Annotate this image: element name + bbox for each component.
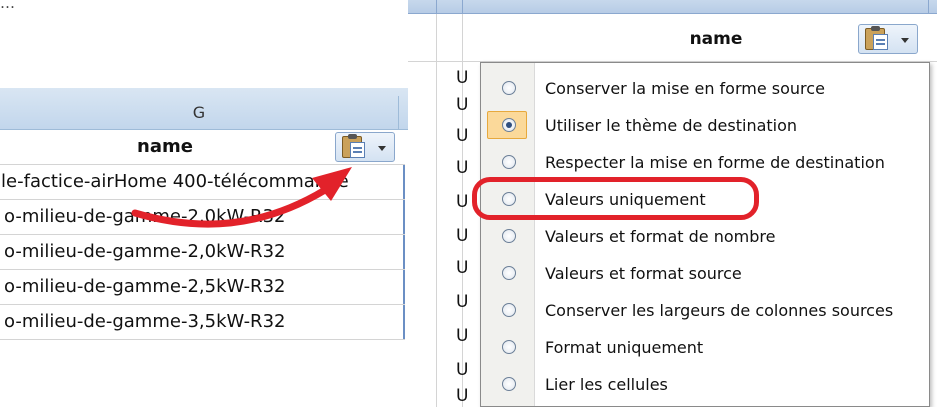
caption-fragment: …: [0, 0, 400, 14]
menu-item-label: Format uniquement: [545, 338, 704, 357]
radio-icon: [502, 377, 516, 391]
header-cell[interactable]: name: [0, 130, 405, 165]
menu-item-lier-cellules[interactable]: Lier les cellules: [481, 366, 929, 403]
radio-icon: [502, 229, 516, 243]
column-separator: [928, 0, 929, 14]
menu-item-valeurs-format-nombre[interactable]: Valeurs et format de nombre: [481, 218, 929, 255]
radio-icon: [502, 81, 516, 95]
caret-down-icon: [901, 38, 909, 43]
menu-item-label: Valeurs et format de nombre: [545, 227, 776, 246]
table-row[interactable]: o-milieu-de-gamme-2,5kW-R32: [0, 270, 405, 305]
menu-item-conserver-largeurs-colonnes[interactable]: Conserver les largeurs de colonnes sourc…: [481, 292, 929, 329]
gridline: [436, 14, 437, 407]
radio-icon: [502, 340, 516, 354]
radio-icon: [502, 266, 516, 280]
paste-options-button[interactable]: [335, 132, 395, 162]
menu-item-label: Lier les cellules: [545, 375, 668, 394]
table-row[interactable]: o-milieu-de-gamme-2,0kW-R32: [0, 235, 405, 270]
cell-value: o-milieu-de-gamme-2,0kW-R32: [4, 241, 286, 262]
column-separator: [462, 0, 463, 14]
menu-item-format-uniquement[interactable]: Format uniquement: [481, 329, 929, 366]
menu-item-label: Valeurs et format source: [545, 264, 742, 283]
menu-item-label: Respecter la mise en forme de destinatio…: [545, 153, 885, 172]
cell-value: o-milieu-de-gamme-2,5kW-R32: [4, 276, 286, 297]
menu-item-label: Conserver les largeurs de colonnes sourc…: [545, 301, 894, 320]
highlight-ring: [472, 177, 759, 220]
menu-item-valeurs-format-source[interactable]: Valeurs et format source: [481, 255, 929, 292]
document-icon: [873, 34, 888, 50]
column-header[interactable]: G: [0, 88, 408, 130]
caret-down-icon: [378, 146, 386, 151]
radio-checked-icon: [502, 118, 516, 132]
document-icon: [350, 142, 365, 158]
menu-item-label: Conserver la mise en forme source: [545, 79, 825, 98]
cell-value: o-milieu-de-gamme-2,0kW-R32: [4, 206, 286, 227]
paste-options-button[interactable]: [858, 24, 918, 54]
cell-value: o-milieu-de-gamme-3,5kW-R32: [4, 311, 286, 332]
column-separator: [398, 96, 399, 130]
left-cells: name ale-factice-airHome 400-télécommand…: [0, 130, 405, 340]
table-row[interactable]: o-milieu-de-gamme-3,5kW-R32: [0, 305, 405, 340]
table-row[interactable]: ale-factice-airHome 400-télécommande: [0, 165, 405, 200]
caption-text: …: [0, 0, 15, 12]
column-separator: [436, 0, 437, 14]
menu-item-label: Utiliser le thème de destination: [545, 116, 798, 135]
menu-item-utiliser-theme-destination[interactable]: Utiliser le thème de destination: [481, 107, 929, 144]
cell-value: ale-factice-airHome 400-télécommande: [0, 171, 349, 192]
header-label: name: [689, 29, 743, 49]
left-spreadsheet: G name ale-factice-airHome 400-télécomma…: [0, 88, 408, 340]
radio-icon: [502, 303, 516, 317]
menu-item-respecter-mise-en-forme-destination[interactable]: Respecter la mise en forme de destinatio…: [481, 144, 929, 181]
menu-item-conserver-mise-en-forme-source[interactable]: Conserver la mise en forme source: [481, 70, 929, 107]
paste-options-menu: Conserver la mise en forme source Utilis…: [480, 62, 930, 407]
table-row[interactable]: o-milieu-de-gamme-2,0kW-R32: [0, 200, 405, 235]
column-letter: G: [192, 103, 206, 122]
header-row[interactable]: name: [408, 14, 937, 62]
column-header-strip: [408, 0, 937, 14]
header-label: name: [137, 136, 193, 157]
radio-icon: [502, 155, 516, 169]
